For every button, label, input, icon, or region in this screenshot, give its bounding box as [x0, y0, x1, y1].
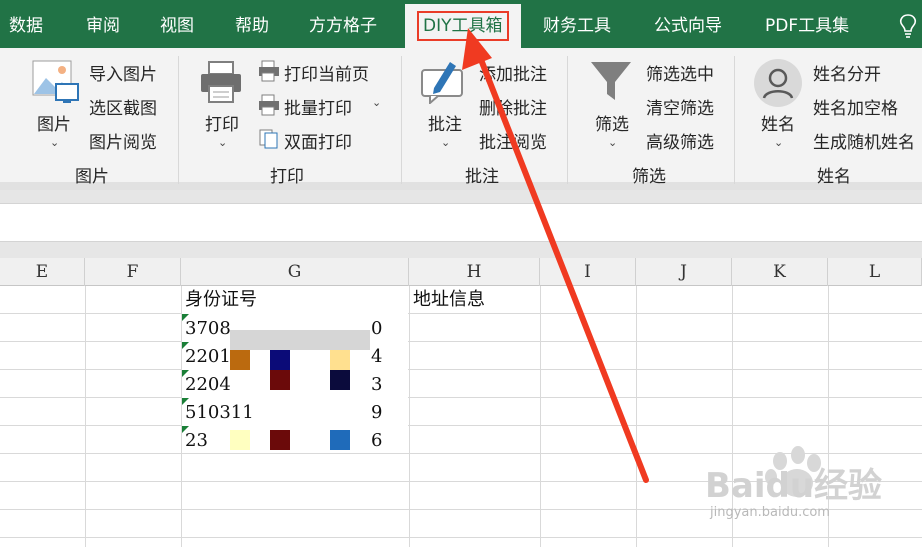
watermark-logo-text: Baidu经验 — [705, 466, 882, 506]
watermark-url: jingyan.baidu.com — [710, 505, 830, 520]
baidu-watermark-logo: Baidu经验 — [705, 446, 882, 506]
